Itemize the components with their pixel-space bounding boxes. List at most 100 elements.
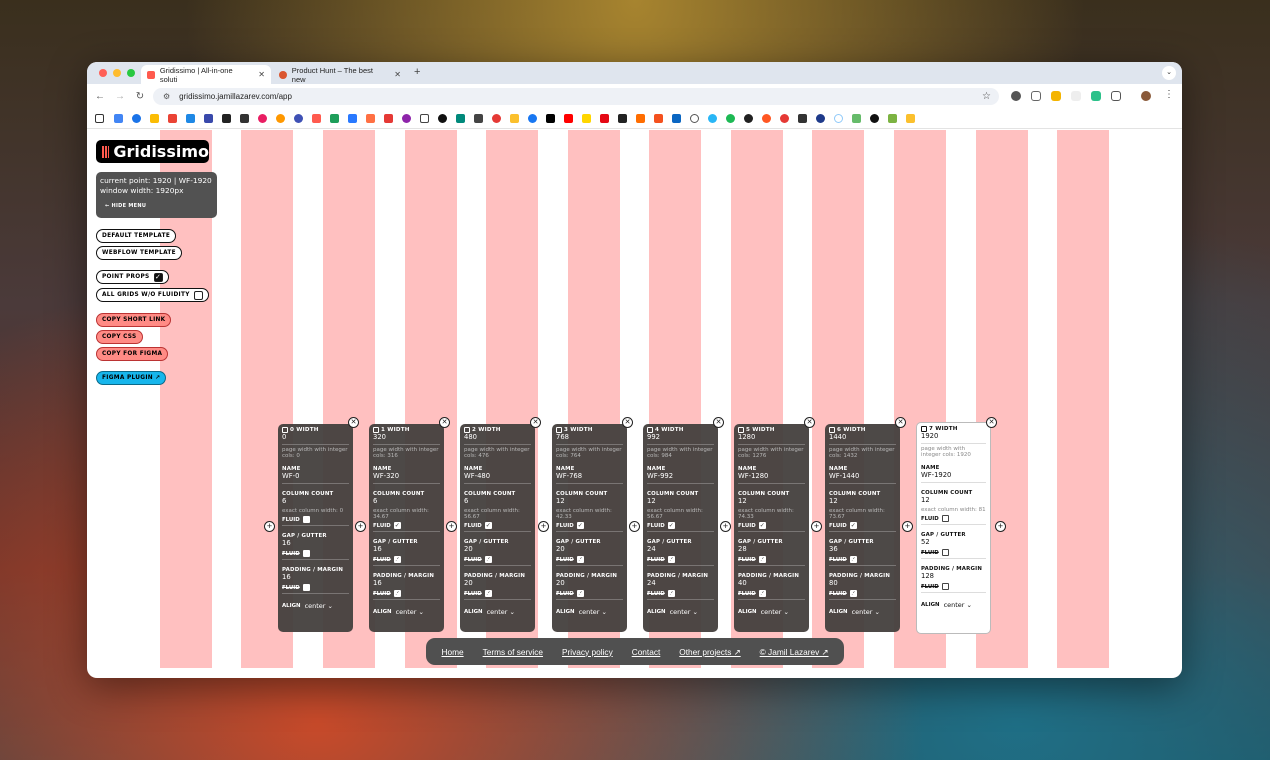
url-text[interactable]: gridissimo.jamillazarev.com/app	[179, 92, 292, 101]
gap-value[interactable]: 20	[556, 545, 623, 554]
gap-value[interactable]: 20	[464, 545, 531, 554]
bookmark-icon[interactable]	[780, 114, 789, 123]
padding-fluid-row[interactable]: FLUID	[921, 583, 986, 590]
forward-arrow-icon[interactable]: →	[109, 91, 131, 102]
bookmark-icon[interactable]	[420, 114, 429, 123]
column-count-value[interactable]: 12	[738, 497, 805, 506]
padding-fluid-row[interactable]: FLUID ✓	[556, 590, 623, 597]
padding-fluid-row[interactable]: FLUID	[282, 584, 349, 591]
remove-breakpoint-button[interactable]: ✕	[439, 417, 450, 428]
profile-avatar[interactable]	[1141, 91, 1151, 101]
point-props-toggle[interactable]: POINT PROPS ✓	[96, 270, 169, 284]
width-value[interactable]: 768	[556, 433, 623, 442]
minimize-window-button[interactable]	[113, 69, 121, 77]
remove-breakpoint-button[interactable]: ✕	[895, 417, 906, 428]
footer-privacy-link[interactable]: Privacy policy	[562, 647, 613, 657]
youtube-icon[interactable]	[564, 114, 573, 123]
column-fluid-row[interactable]: FLUID ✓	[556, 522, 623, 529]
bookmark-icon[interactable]	[834, 114, 843, 123]
zoom-window-button[interactable]	[127, 69, 135, 77]
align-select[interactable]: center ⌄	[305, 602, 333, 610]
site-settings-icon[interactable]: ⚙	[163, 92, 170, 101]
gap-fluid-row[interactable]: FLUID ✓	[556, 556, 623, 563]
bookmark-icon[interactable]	[222, 114, 231, 123]
copy-short-link-button[interactable]: COPY SHORT LINK	[96, 313, 172, 327]
name-value[interactable]: WF-480	[464, 472, 531, 481]
bookmark-icon[interactable]	[762, 114, 771, 123]
reload-icon[interactable]: ↻	[129, 91, 151, 102]
gap-fluid-row[interactable]: FLUID ✓	[647, 556, 714, 563]
fluid-checkbox[interactable]: ✓	[576, 590, 584, 597]
add-breakpoint-button[interactable]: +	[720, 521, 731, 532]
tab-gridissimo[interactable]: Gridissimo | All-in-one soluti ✕	[141, 65, 271, 84]
netflix-icon[interactable]	[600, 114, 609, 123]
omnibox[interactable]: ⚙ gridissimo.jamillazarev.com/app ☆	[153, 88, 999, 105]
copy-for-figma-button[interactable]: COPY FOR FIGMA	[96, 347, 169, 361]
extension-icon[interactable]	[1051, 91, 1061, 101]
remove-breakpoint-button[interactable]: ✕	[713, 417, 724, 428]
fluid-checkbox[interactable]	[302, 550, 310, 557]
bookmark-icon[interactable]	[204, 114, 213, 123]
bookmark-icon[interactable]	[240, 114, 249, 123]
bookmark-icon[interactable]	[816, 114, 825, 123]
width-value[interactable]: 480	[464, 433, 531, 442]
column-count-value[interactable]: 6	[464, 497, 531, 506]
copy-css-button[interactable]: COPY CSS	[96, 330, 143, 344]
fluid-checkbox[interactable]: ✓	[667, 556, 675, 563]
bookmark-icon[interactable]	[456, 114, 465, 123]
align-select[interactable]: center ⌄	[852, 608, 880, 616]
kebab-menu-icon[interactable]: ⋮	[1164, 89, 1174, 100]
bookmark-icon[interactable]	[654, 114, 663, 123]
fluid-checkbox[interactable]: ✓	[849, 556, 857, 563]
footer-other-projects-link[interactable]: Other projects ↗	[679, 647, 740, 657]
bookmark-icon[interactable]	[870, 114, 879, 123]
column-fluid-row[interactable]: FLUID	[282, 516, 349, 523]
fluid-checkbox[interactable]: ✓	[393, 556, 401, 563]
extension-icon[interactable]	[1011, 91, 1021, 101]
all-grids-checkbox[interactable]	[193, 290, 203, 300]
gap-value[interactable]: 16	[282, 539, 349, 548]
fluid-checkbox[interactable]: ✓	[758, 522, 766, 529]
fluid-checkbox[interactable]: ✓	[849, 590, 857, 597]
close-window-button[interactable]	[99, 69, 107, 77]
fluid-checkbox[interactable]	[302, 516, 310, 523]
fluid-checkbox[interactable]: ✓	[484, 522, 492, 529]
fluid-checkbox[interactable]: ✓	[758, 556, 766, 563]
bookmark-icon[interactable]	[294, 114, 303, 123]
fluid-checkbox[interactable]: ✓	[667, 522, 675, 529]
bookmark-icon[interactable]	[186, 114, 195, 123]
bookmark-icon[interactable]	[690, 114, 699, 123]
bookmark-icon[interactable]	[276, 114, 285, 123]
figma-plugin-button[interactable]: FIGMA PLUGIN ↗	[96, 371, 167, 385]
webflow-template-button[interactable]: WEBFLOW TEMPLATE	[96, 246, 182, 260]
fluid-checkbox[interactable]: ✓	[849, 522, 857, 529]
bookmark-star-icon[interactable]: ☆	[982, 91, 991, 102]
column-count-value[interactable]: 6	[373, 497, 440, 506]
bookmark-icon[interactable]	[726, 114, 735, 123]
all-grids-toggle[interactable]: ALL GRIDS W/O FLUIDITY	[96, 288, 209, 302]
add-breakpoint-button[interactable]: +	[811, 521, 822, 532]
bookmark-icon[interactable]	[798, 114, 807, 123]
column-count-value[interactable]: 12	[829, 497, 896, 506]
padding-fluid-row[interactable]: FLUID ✓	[738, 590, 805, 597]
default-template-button[interactable]: DEFAULT TEMPLATE	[96, 229, 177, 243]
name-value[interactable]: WF-768	[556, 472, 623, 481]
bookmark-icon[interactable]	[348, 114, 357, 123]
column-fluid-row[interactable]: FLUID ✓	[373, 522, 440, 529]
gap-fluid-row[interactable]: FLUID ✓	[829, 556, 896, 563]
bookmark-icon[interactable]	[744, 114, 753, 123]
name-value[interactable]: WF-1440	[829, 472, 896, 481]
padding-fluid-row[interactable]: FLUID ✓	[829, 590, 896, 597]
extension-icon[interactable]	[1091, 91, 1101, 101]
bookmark-icon[interactable]	[384, 114, 393, 123]
add-breakpoint-button[interactable]: +	[264, 521, 275, 532]
fluid-checkbox[interactable]	[302, 584, 310, 591]
column-count-value[interactable]: 6	[282, 497, 349, 506]
linkedin-icon[interactable]	[672, 114, 681, 123]
gap-value[interactable]: 16	[373, 545, 440, 554]
align-select[interactable]: center ⌄	[579, 608, 607, 616]
width-value[interactable]: 1440	[829, 433, 896, 442]
fluid-checkbox[interactable]: ✓	[667, 590, 675, 597]
remove-breakpoint-button[interactable]: ✕	[348, 417, 359, 428]
align-select[interactable]: center ⌄	[670, 608, 698, 616]
